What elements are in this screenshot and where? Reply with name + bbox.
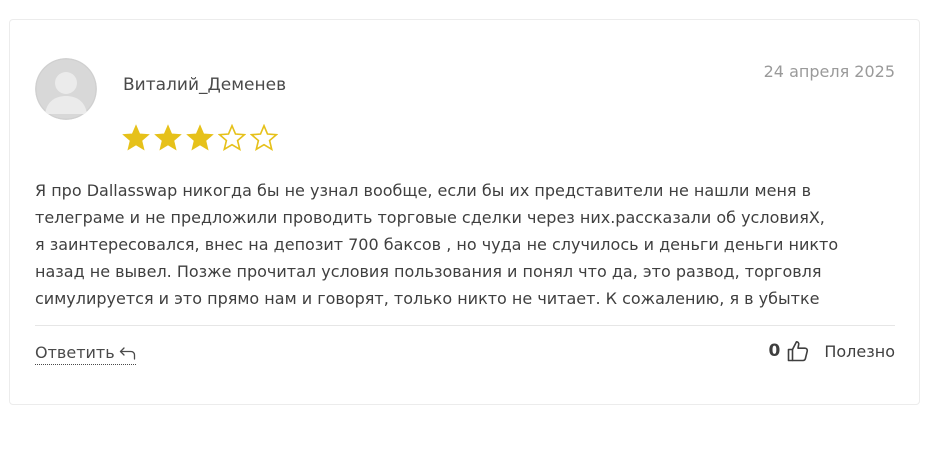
- like-count: 0: [768, 341, 781, 361]
- review-author: Виталий_Деменев: [123, 75, 287, 95]
- helpful-button[interactable]: Полезно: [824, 342, 895, 361]
- helpful-section: 0 Полезно: [768, 339, 895, 363]
- review-text: Я про Dallasswap никогда бы не узнал воо…: [35, 177, 897, 312]
- review-text-line: назад не вывел. Позже прочитал условия п…: [35, 262, 822, 281]
- avatar: [35, 58, 97, 120]
- star-filled-icon: [154, 124, 182, 151]
- review-text-line: симулируется и это прямо нам и говорят, …: [35, 289, 820, 308]
- review-text-line: Я про Dallasswap никогда бы не узнал воо…: [35, 181, 812, 200]
- reply-arrow-icon: [119, 346, 135, 360]
- star-empty-icon: [250, 124, 278, 152]
- reply-button[interactable]: Ответить: [35, 343, 136, 365]
- star-filled-icon: [186, 124, 214, 151]
- review-date: 24 апреля 2025: [763, 62, 895, 81]
- review-text-line: я заинтересовался, внес на депозит 700 б…: [35, 235, 839, 254]
- star-empty-icon: [218, 124, 246, 152]
- user-avatar-placeholder-icon: [35, 58, 97, 120]
- review-card: Виталий_Деменев 24 апреля 2025 Я про Dal…: [9, 19, 920, 405]
- review-text-line: телеграме и не предложили проводить торг…: [35, 208, 825, 227]
- reply-label: Ответить: [35, 343, 115, 362]
- rating-stars: [122, 124, 278, 152]
- star-filled-icon: [122, 124, 150, 151]
- thumbs-up-icon[interactable]: [786, 339, 810, 363]
- divider: [35, 325, 895, 326]
